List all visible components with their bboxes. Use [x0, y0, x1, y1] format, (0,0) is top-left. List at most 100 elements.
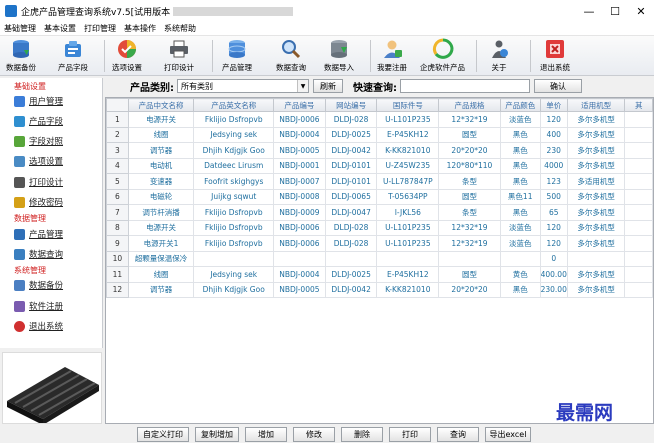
- table-cell[interactable]: 20*20*20: [438, 281, 501, 298]
- confirm-button[interactable]: 确认: [534, 79, 582, 93]
- table-cell[interactable]: 12*32*19: [438, 235, 501, 252]
- toolbar-data-import-button[interactable]: 数据导入: [324, 38, 354, 75]
- sidebar-item-software-register[interactable]: 软件注册: [14, 299, 63, 313]
- table-cell[interactable]: 条型: [438, 204, 501, 221]
- edit-button[interactable]: 修改: [293, 427, 335, 442]
- table-cell[interactable]: 多尔多机型: [566, 157, 626, 174]
- table-row[interactable]: 6 电磁轮 Juijkg sqwut NBDJ-0008 DLDJ-0065 T-0563…: [106, 188, 653, 205]
- table-row[interactable]: 1 电源开关 Fklijio Dsfropvb NBDJ-0006 DLDJ-028 U-…: [106, 111, 653, 128]
- table-cell[interactable]: 20*20*20: [438, 142, 501, 159]
- table-row[interactable]: 11 线圈 Jedsying sek NBDJ-0004 DLDJ-0025 E-P45K…: [106, 266, 653, 283]
- toolbar-exit-button[interactable]: 退出系统: [540, 38, 570, 75]
- table-cell[interactable]: 230.00: [539, 281, 568, 298]
- menu-print-management[interactable]: 打印管理: [80, 23, 120, 34]
- column-header[interactable]: 国际件号: [376, 98, 440, 112]
- table-cell[interactable]: 123: [539, 173, 568, 190]
- table-cell[interactable]: DLDJ-0101: [324, 173, 378, 190]
- chevron-down-icon[interactable]: ▼: [297, 80, 308, 92]
- table-cell[interactable]: DLDJ-028: [324, 111, 378, 128]
- table-cell[interactable]: U-Z45W235: [376, 157, 440, 174]
- table-row[interactable]: 3 调节器 Dhjih Kdjgjk Goo NBDJ-0005 DLDJ-0042 K-…: [106, 142, 653, 159]
- table-cell[interactable]: 圆型: [438, 266, 501, 283]
- column-header[interactable]: 产品编号: [273, 98, 326, 112]
- table-cell[interactable]: 条型: [438, 173, 501, 190]
- table-cell[interactable]: DLDJ-028: [324, 219, 378, 236]
- table-cell[interactable]: 电源开关1: [127, 235, 195, 252]
- table-cell[interactable]: 淡蓝色: [499, 111, 541, 128]
- table-cell[interactable]: 黑色: [499, 142, 541, 159]
- table-cell[interactable]: NBDJ-0008: [273, 188, 326, 205]
- table-cell[interactable]: Dhjih Kdjgjk Goo: [193, 281, 275, 298]
- maximize-button[interactable]: ☐: [602, 0, 628, 22]
- table-cell[interactable]: 电磁轮: [127, 188, 195, 205]
- table-cell[interactable]: NBDJ-0004: [273, 126, 326, 143]
- toolbar-qihu-products-button[interactable]: 企虎软件产品: [420, 38, 465, 75]
- minimize-button[interactable]: —: [576, 0, 602, 22]
- table-cell[interactable]: [624, 173, 653, 190]
- table-cell[interactable]: [624, 204, 653, 221]
- table-cell[interactable]: K-KK821010: [376, 142, 440, 159]
- row-number[interactable]: 9: [106, 235, 129, 252]
- table-cell[interactable]: DLDJ-0025: [324, 126, 378, 143]
- table-cell[interactable]: 变速器: [127, 173, 195, 190]
- row-number[interactable]: 1: [106, 111, 129, 128]
- table-cell[interactable]: DLDJ-0042: [324, 142, 378, 159]
- table-cell[interactable]: U-L101P235: [376, 219, 440, 236]
- table-cell[interactable]: 120: [539, 111, 568, 128]
- table-cell[interactable]: [624, 281, 653, 298]
- table-cell[interactable]: [624, 126, 653, 143]
- table-cell[interactable]: 230: [539, 142, 568, 159]
- table-cell[interactable]: 多尔多机型: [566, 281, 626, 298]
- table-row[interactable]: 12 调节器 Dhjih Kdjgjk Goo NBDJ-0005 DLDJ-0042 K…: [106, 281, 653, 298]
- table-cell[interactable]: Juijkg sqwut: [193, 188, 275, 205]
- table-cell[interactable]: 4000: [539, 157, 568, 174]
- table-cell[interactable]: NBDJ-0005: [273, 281, 326, 298]
- table-cell[interactable]: 黄色: [499, 266, 541, 283]
- row-number[interactable]: 10: [106, 250, 129, 267]
- column-header[interactable]: 网站编号: [324, 98, 378, 112]
- column-header[interactable]: 其: [624, 98, 653, 112]
- table-cell[interactable]: NBDJ-0006: [273, 235, 326, 252]
- table-cell[interactable]: U-L101P235: [376, 235, 440, 252]
- row-number[interactable]: 8: [106, 219, 129, 236]
- table-row[interactable]: 7 调节杆消播 Fklijio Dsfropvb NBDJ-0009 DLDJ-0047…: [106, 204, 653, 221]
- column-header[interactable]: 产品英文名称: [193, 98, 275, 112]
- row-number[interactable]: 2: [106, 126, 129, 143]
- table-cell[interactable]: 多尔多机型: [566, 111, 626, 128]
- table-cell[interactable]: [624, 188, 653, 205]
- table-cell[interactable]: 多适用机型: [566, 173, 626, 190]
- table-cell[interactable]: DLDJ-028: [324, 235, 378, 252]
- table-cell[interactable]: NBDJ-0006: [273, 219, 326, 236]
- table-cell[interactable]: [273, 250, 326, 267]
- table-cell[interactable]: 黑色: [499, 173, 541, 190]
- table-cell[interactable]: [624, 111, 653, 128]
- quick-search-input[interactable]: [400, 79, 530, 93]
- table-cell[interactable]: 调节器: [127, 281, 195, 298]
- sidebar-item-field-mapping[interactable]: 字段对照: [14, 134, 63, 148]
- table-row[interactable]: 8 电源开关 Fklijio Dsfropvb NBDJ-0006 DLDJ-028 U-…: [106, 219, 653, 236]
- table-cell[interactable]: [624, 219, 653, 236]
- column-header[interactable]: 适用机型: [566, 98, 626, 112]
- table-cell[interactable]: 电源开关: [127, 219, 195, 236]
- sidebar-item-print-design[interactable]: 打印设计: [14, 175, 63, 189]
- sidebar-item-options[interactable]: 选项设置: [14, 154, 63, 168]
- query-button[interactable]: 查询: [437, 427, 479, 442]
- menu-basic-operations[interactable]: 基本操作: [120, 23, 160, 34]
- table-cell[interactable]: Foofrit skighgys: [193, 173, 275, 190]
- table-cell[interactable]: 65: [539, 204, 568, 221]
- sidebar-item-user-management[interactable]: 用户管理: [14, 94, 63, 108]
- sidebar-item-change-password[interactable]: 修改密码: [14, 195, 63, 209]
- table-cell[interactable]: 黑色: [499, 126, 541, 143]
- table-cell[interactable]: K-KK821010: [376, 281, 440, 298]
- table-cell[interactable]: 淡蓝色: [499, 219, 541, 236]
- sidebar-item-data-query[interactable]: 数据查询: [14, 247, 63, 261]
- table-cell[interactable]: 多尔多机型: [566, 142, 626, 159]
- close-button[interactable]: ✕: [628, 0, 654, 22]
- table-cell[interactable]: [499, 250, 541, 267]
- toolbar-data-query-button[interactable]: 数据查询: [276, 38, 306, 75]
- table-cell[interactable]: 黑色: [499, 281, 541, 298]
- table-row[interactable]: 4 电动机 Datdeec Lirusm NBDJ-0001 DLDJ-0101 U-Z4…: [106, 157, 653, 174]
- copy-add-button[interactable]: 复制增加: [195, 427, 239, 442]
- toolbar-register-button[interactable]: 我要注册: [377, 38, 407, 75]
- table-row[interactable]: 2 线圈 Jedsying sek NBDJ-0004 DLDJ-0025 E-P45KH…: [106, 126, 653, 143]
